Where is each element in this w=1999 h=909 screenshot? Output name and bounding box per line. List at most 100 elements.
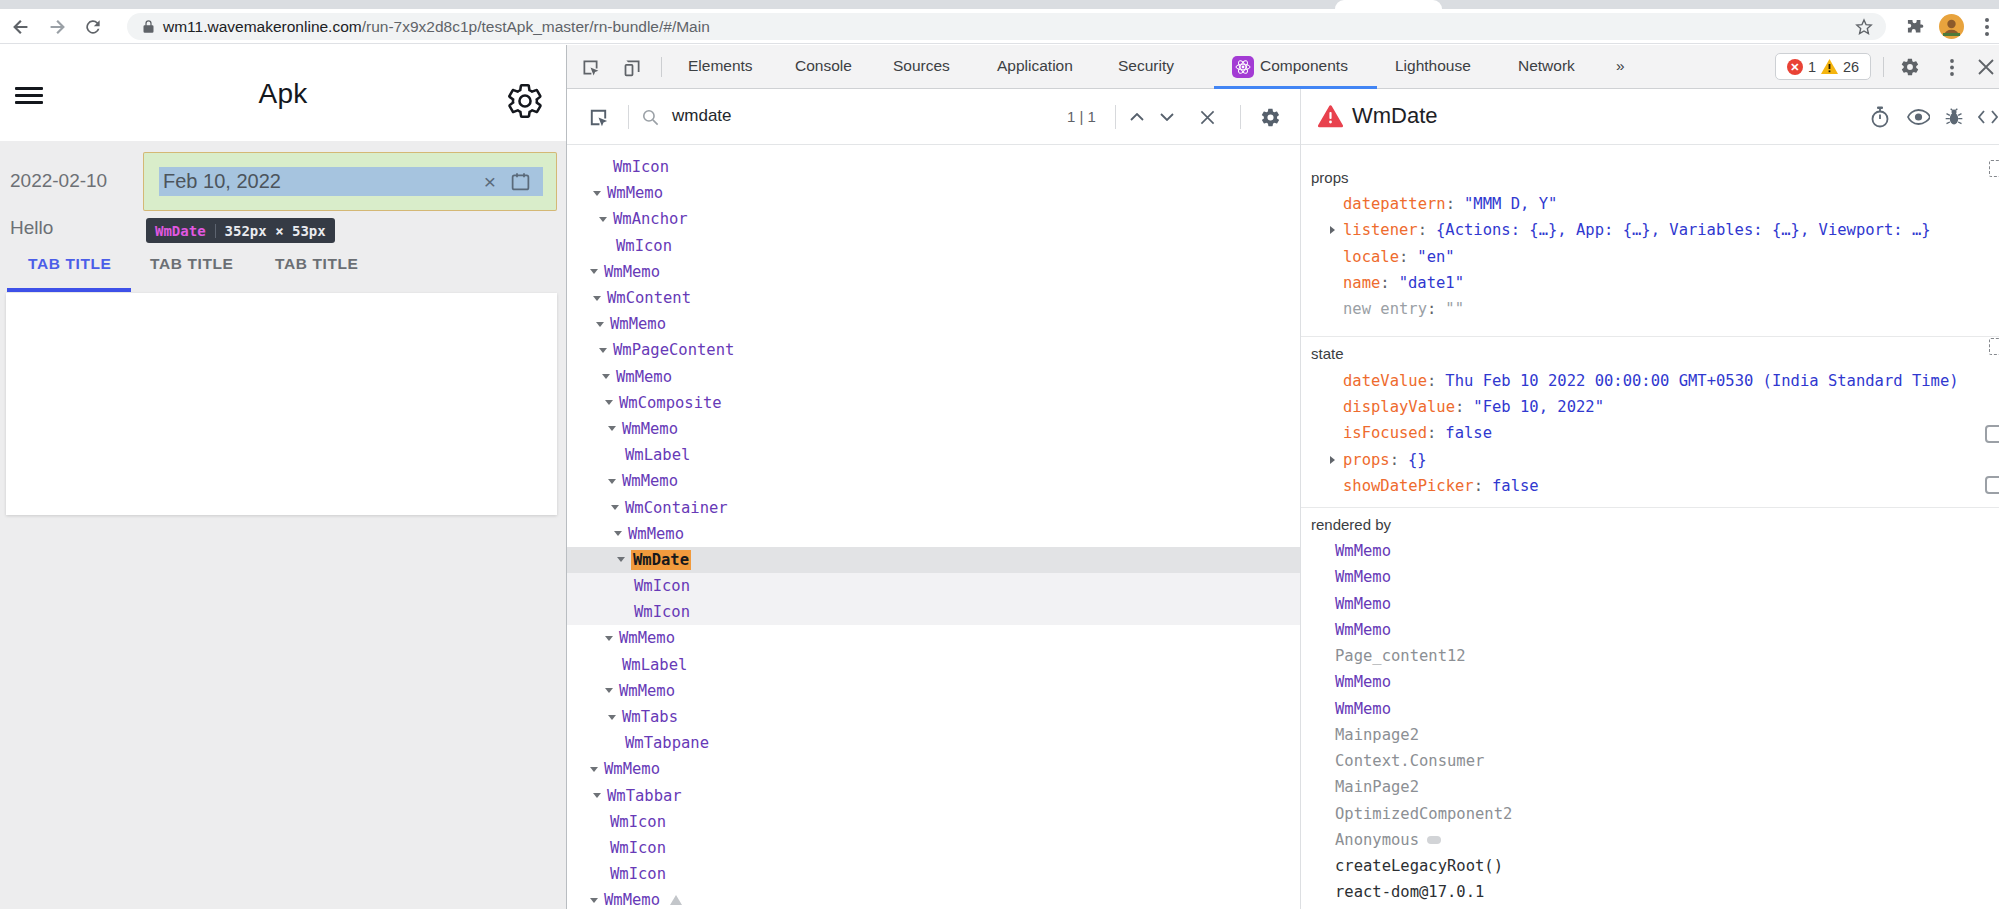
clear-date-icon[interactable]: ×	[484, 170, 496, 194]
calendar-icon[interactable]	[510, 171, 531, 192]
expand-arrow-icon[interactable]	[599, 217, 613, 222]
tree-row[interactable]: WmAnchor	[567, 206, 1300, 232]
tree-row[interactable]: WmPageContent	[567, 337, 1300, 363]
inspect-element-icon[interactable]	[577, 45, 603, 89]
devtools-settings-gear-icon[interactable]	[1897, 45, 1923, 89]
kv-row[interactable]: listener:{Actions: {…}, App: {…}, Variab…	[1301, 217, 1999, 243]
tree-row[interactable]: WmMemo	[567, 180, 1300, 206]
rendered-by-item[interactable]: OptimizedComponent2	[1335, 800, 1999, 826]
rendered-by-item[interactable]: react-dom@17.0.1	[1335, 879, 1999, 905]
expand-arrow-icon[interactable]	[611, 505, 625, 510]
previous-match-icon[interactable]	[1125, 89, 1149, 145]
devtools-tab-more[interactable]: »	[1616, 57, 1625, 75]
components-settings-gear-icon[interactable]	[1257, 89, 1283, 145]
copy-state-icon[interactable]	[1989, 338, 1999, 355]
kv-row[interactable]: datepattern:"MMM D, Y"	[1301, 191, 1999, 217]
devtools-tab-elements[interactable]: Elements	[688, 57, 753, 75]
reload-button[interactable]	[80, 9, 106, 44]
expand-arrow-icon[interactable]	[608, 715, 622, 720]
copy-props-icon[interactable]	[1989, 160, 1999, 177]
kv-row[interactable]: new entry:""	[1301, 296, 1999, 322]
rendered-by-item[interactable]: WmMemo	[1335, 590, 1999, 616]
expand-arrow-icon[interactable]	[590, 767, 604, 772]
tab-title-2[interactable]: TAB TITLE	[150, 255, 233, 273]
devtools-tab-application[interactable]: Application	[997, 57, 1073, 75]
next-match-icon[interactable]	[1155, 89, 1179, 145]
showdatepicker-checkbox[interactable]	[1985, 476, 1999, 494]
clear-search-icon[interactable]	[1195, 89, 1219, 145]
expand-arrow-icon[interactable]	[614, 531, 628, 536]
avatar[interactable]	[1938, 9, 1964, 44]
tree-row[interactable]: WmIcon	[567, 154, 1300, 180]
address-bar[interactable]: wm11.wavemakeronline.com/run-7x9x2d8c1p/…	[127, 13, 1886, 40]
tree-row[interactable]: WmMemo	[567, 678, 1300, 704]
tree-row[interactable]: WmIcon	[567, 233, 1300, 259]
expand-arrow-icon[interactable]	[605, 636, 619, 641]
tree-row[interactable]: WmMemo	[567, 756, 1300, 782]
kv-row[interactable]: showDatePicker:false	[1301, 473, 1999, 499]
devtools-tab-security[interactable]: Security	[1118, 57, 1174, 75]
tree-row[interactable]: WmTabbar	[567, 783, 1300, 809]
bookmark-star-icon[interactable]	[1854, 17, 1874, 37]
rendered-by-item[interactable]: MainPage2	[1335, 774, 1999, 800]
expand-arrow-icon[interactable]	[590, 898, 604, 903]
expand-arrow-icon[interactable]	[608, 426, 622, 431]
kv-row[interactable]: props:{}	[1301, 446, 1999, 472]
expand-arrow-icon[interactable]	[599, 348, 613, 353]
tree-row[interactable]: WmMemo	[567, 468, 1300, 494]
rendered-by-item[interactable]: WmMemo	[1335, 695, 1999, 721]
tree-row[interactable]: WmMemo	[567, 521, 1300, 547]
expand-arrow-icon[interactable]	[602, 374, 616, 379]
tree-row[interactable]: WmIcon	[567, 861, 1300, 887]
rendered-by-item[interactable]: Context.Consumer	[1335, 748, 1999, 774]
rendered-by-item[interactable]: WmMemo	[1335, 538, 1999, 564]
tree-row[interactable]: WmIcon	[567, 835, 1300, 861]
inspect-dom-eye-icon[interactable]	[1905, 89, 1931, 145]
kv-row[interactable]: name:"date1"	[1301, 270, 1999, 296]
expand-arrow-icon[interactable]	[593, 793, 607, 798]
browser-menu-kebab-icon[interactable]	[1976, 9, 1998, 44]
log-component-bug-icon[interactable]	[1941, 89, 1967, 145]
expand-arrow-icon[interactable]	[593, 191, 607, 196]
device-toolbar-icon[interactable]	[619, 45, 645, 89]
app-settings-gear-icon[interactable]	[506, 82, 544, 120]
date-input[interactable]: Feb 10, 2022 ×	[159, 167, 543, 196]
isfocused-checkbox[interactable]	[1985, 425, 1999, 443]
expand-arrow-icon[interactable]	[608, 479, 622, 484]
active-browser-tab[interactable]	[1335, 0, 1442, 9]
tree-row[interactable]: WmComposite	[567, 390, 1300, 416]
kv-row[interactable]: locale:"en"	[1301, 244, 1999, 270]
rendered-by-item[interactable]: WmMemo	[1335, 669, 1999, 695]
kv-row[interactable]: displayValue:"Feb 10, 2022"	[1301, 394, 1999, 420]
tree-row[interactable]: WmIcon	[567, 573, 1300, 599]
tree-row[interactable]: WmIcon	[567, 809, 1300, 835]
tree-row[interactable]: WmMemo	[567, 887, 1300, 909]
expand-arrow-icon[interactable]	[605, 400, 619, 405]
rendered-by-item[interactable]: createLegacyRoot()	[1335, 853, 1999, 879]
rendered-by-item[interactable]: WmMemo	[1335, 564, 1999, 590]
tree-row[interactable]: WmMemo	[567, 625, 1300, 651]
suspense-timer-icon[interactable]	[1867, 89, 1893, 145]
tree-row[interactable]: WmContent	[567, 285, 1300, 311]
expand-arrow-icon[interactable]	[596, 322, 610, 327]
console-status-badges[interactable]: ✕ 1 26	[1775, 53, 1871, 80]
devtools-tab-sources[interactable]: Sources	[893, 57, 950, 75]
devtools-close-icon[interactable]	[1973, 45, 1999, 89]
tab-title-1[interactable]: TAB TITLE	[28, 255, 111, 273]
devtools-tab-console[interactable]: Console	[795, 57, 852, 75]
back-button[interactable]	[8, 9, 34, 44]
devtools-tab-network[interactable]: Network	[1518, 57, 1575, 75]
tree-row[interactable]: WmLabel	[567, 652, 1300, 678]
tab-title-3[interactable]: TAB TITLE	[275, 255, 358, 273]
tree-row[interactable]: WmMemo	[567, 364, 1300, 390]
tree-row[interactable]: WmLabel	[567, 442, 1300, 468]
tree-row[interactable]: WmMemo	[567, 311, 1300, 337]
devtools-tab-components[interactable]: Components	[1260, 57, 1348, 75]
expand-arrow-icon[interactable]	[617, 557, 631, 562]
devtools-menu-kebab-icon[interactable]	[1939, 45, 1965, 89]
tree-row[interactable]: WmIcon	[567, 599, 1300, 625]
tree-row[interactable]: WmTabpane	[567, 730, 1300, 756]
search-input[interactable]: wmdate	[672, 106, 732, 126]
rendered-by-item[interactable]: Page_content12	[1335, 643, 1999, 669]
expand-arrow-icon[interactable]	[1330, 226, 1343, 234]
